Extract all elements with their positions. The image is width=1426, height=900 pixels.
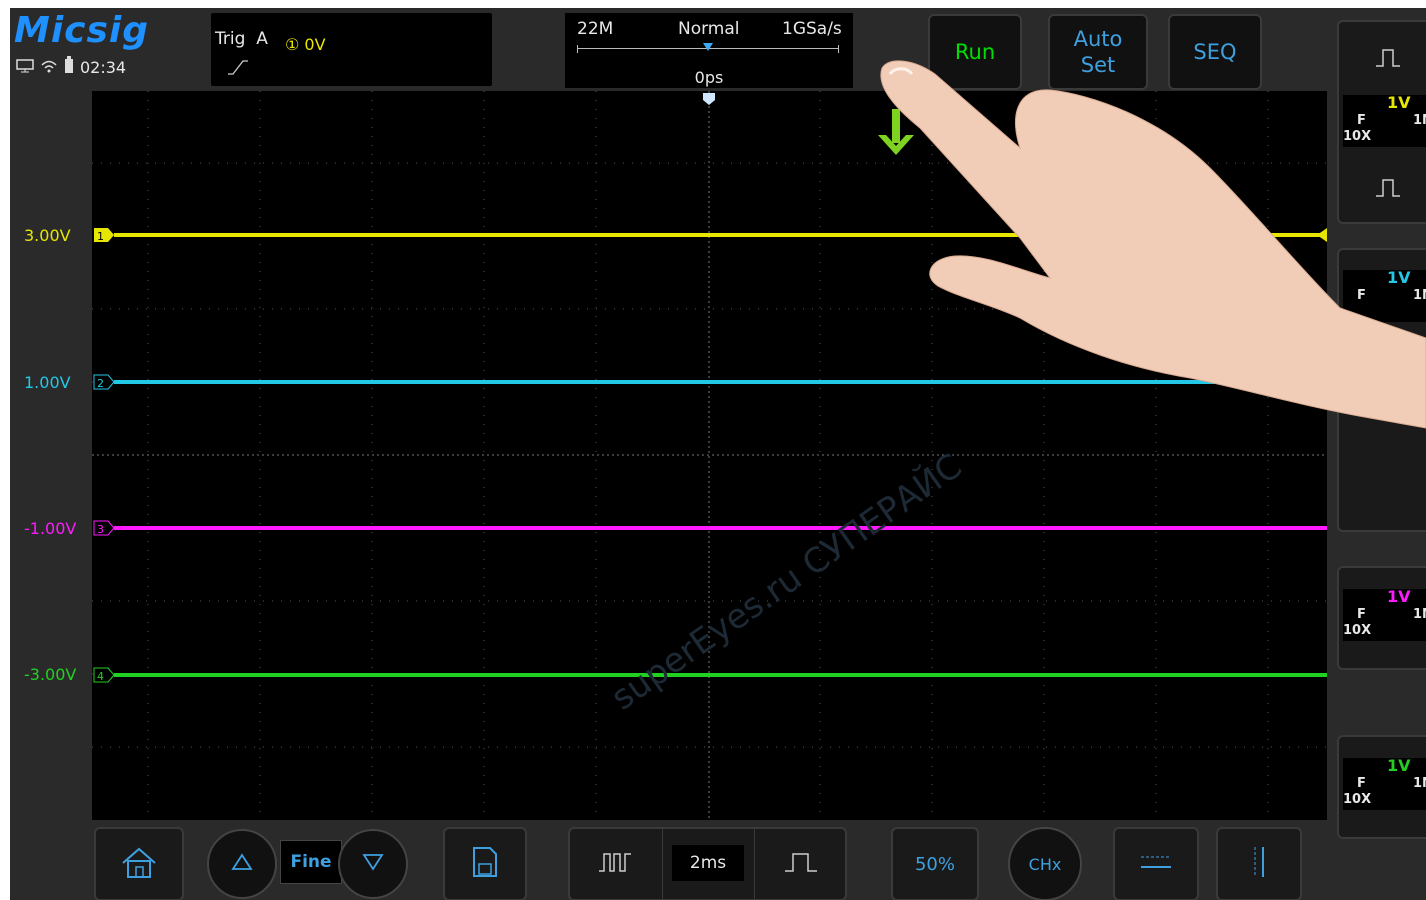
monitor-icon — [16, 58, 34, 77]
sample-rate: 1GSa/s — [782, 19, 842, 39]
trigger-level: ① 0V — [285, 35, 326, 54]
save-button[interactable] — [443, 827, 527, 900]
trigger-label: Trig A — [215, 29, 268, 49]
vertical-cursor-button[interactable] — [1216, 827, 1302, 900]
timebase-decrease-icon — [598, 851, 632, 878]
channel-4-card[interactable]: 1V F 1M 10X — [1343, 756, 1426, 810]
trigger-time-marker — [703, 93, 715, 105]
graticule: 1 2 3 4 superEyes.ru СУПЕРАЙС — [92, 91, 1327, 820]
triangle-up-icon — [231, 852, 253, 877]
svg-text:3: 3 — [97, 523, 104, 536]
channel-4-offset: -3.00V — [24, 665, 77, 684]
auto-set-button[interactable]: Auto Set — [1048, 14, 1148, 90]
home-icon — [119, 845, 159, 884]
channel-1-coupling: F — [1357, 113, 1366, 128]
fine-label: Fine — [290, 852, 332, 872]
vertical-cursor-icon — [1249, 845, 1269, 884]
channel-1-probe: 10X — [1343, 129, 1372, 144]
horizontal-cursor-button[interactable] — [1113, 827, 1199, 900]
down-arrow-icon — [878, 109, 914, 155]
auto-set-label: Auto Set — [1073, 27, 1123, 77]
acquisition-panel[interactable]: 22M Normal 1GSa/s 0ps — [565, 13, 853, 88]
trigger-level-marker — [1317, 228, 1327, 242]
channel-3-offset: -1.00V — [24, 519, 77, 538]
fifty-percent-label: 50% — [914, 853, 955, 875]
scale-down-button[interactable] — [338, 829, 408, 899]
seq-button[interactable]: SEQ — [1168, 14, 1262, 90]
channel-1-scale: 1V — [1387, 93, 1411, 112]
channel-3-coupling: F — [1357, 607, 1366, 622]
channel-2-offset: 1.00V — [24, 373, 71, 392]
oscilloscope-device: Micsig 02:34 Trig A ① 0V 22M Normal 1GSa… — [10, 8, 1426, 900]
channel-3-impedance: 1M — [1413, 607, 1426, 622]
timebase-value: 2ms — [672, 845, 744, 881]
channel-1-offset: 3.00V — [24, 226, 71, 245]
home-button[interactable] — [94, 827, 184, 900]
run-button[interactable]: Run — [928, 14, 1022, 90]
timebase-increase-icon — [784, 851, 818, 878]
channel-4-scale: 1V — [1387, 756, 1411, 775]
channel-2-coupling: F — [1357, 288, 1366, 303]
horizontal-position: 0ps — [694, 68, 724, 87]
trigger-position-marker — [703, 43, 713, 51]
status-bar: 02:34 — [16, 56, 126, 78]
save-icon — [472, 846, 498, 883]
pulse-icon — [1375, 178, 1401, 202]
wifi-icon — [40, 58, 58, 77]
rising-edge-icon — [227, 59, 249, 79]
channel-1-card[interactable]: 1V F 1M 10X — [1343, 93, 1426, 147]
channel-4-coupling: F — [1357, 776, 1366, 791]
trigger-50-percent-button[interactable]: 50% — [891, 827, 979, 900]
svg-text:1: 1 — [97, 230, 104, 243]
horizontal-cursor-icon — [1139, 852, 1173, 877]
channel-2-impedance: 1M — [1413, 288, 1426, 303]
waveform-display[interactable]: 1 2 3 4 superEyes.ru СУПЕРАЙС — [92, 91, 1327, 820]
svg-text:2: 2 — [97, 377, 104, 390]
channel-3-card[interactable]: 1V F 1M 10X — [1343, 587, 1426, 641]
fine-toggle[interactable]: Fine — [280, 840, 342, 884]
trigger-panel[interactable]: Trig A ① 0V — [211, 13, 492, 86]
channel-4-probe: 10X — [1343, 792, 1372, 807]
chx-label: CHx — [1028, 854, 1062, 874]
run-label: Run — [954, 40, 996, 64]
channel-3-scale: 1V — [1387, 587, 1411, 606]
watermark: superEyes.ru СУПЕРАЙС — [604, 445, 970, 718]
acquisition-mode: Normal — [678, 19, 740, 39]
chx-button[interactable]: CHx — [1008, 827, 1082, 900]
battery-icon — [64, 56, 74, 78]
triangle-down-icon — [362, 852, 384, 877]
scale-up-button[interactable] — [207, 829, 277, 899]
channel-2-scale: 1V — [1387, 268, 1411, 287]
channel-1-impedance: 1M — [1413, 113, 1426, 128]
channel-4-marker: 4 — [93, 667, 115, 683]
channel-3-probe: 10X — [1343, 623, 1372, 638]
timebase-control[interactable]: 2ms — [568, 827, 847, 900]
micsig-logo: Micsig — [14, 10, 150, 51]
channel-2-marker: 2 — [93, 374, 115, 390]
channel-4-impedance: 1M — [1413, 776, 1426, 791]
memory-depth: 22M — [577, 19, 614, 39]
pulse-icon — [1375, 48, 1401, 72]
channel-1-marker: 1 — [94, 228, 114, 243]
clock-text: 02:34 — [80, 57, 127, 77]
svg-text:4: 4 — [97, 670, 104, 683]
seq-label: SEQ — [1193, 40, 1237, 64]
channel-3-marker: 3 — [93, 520, 115, 536]
channel-2-card[interactable]: 1V F 1M — [1343, 268, 1426, 322]
